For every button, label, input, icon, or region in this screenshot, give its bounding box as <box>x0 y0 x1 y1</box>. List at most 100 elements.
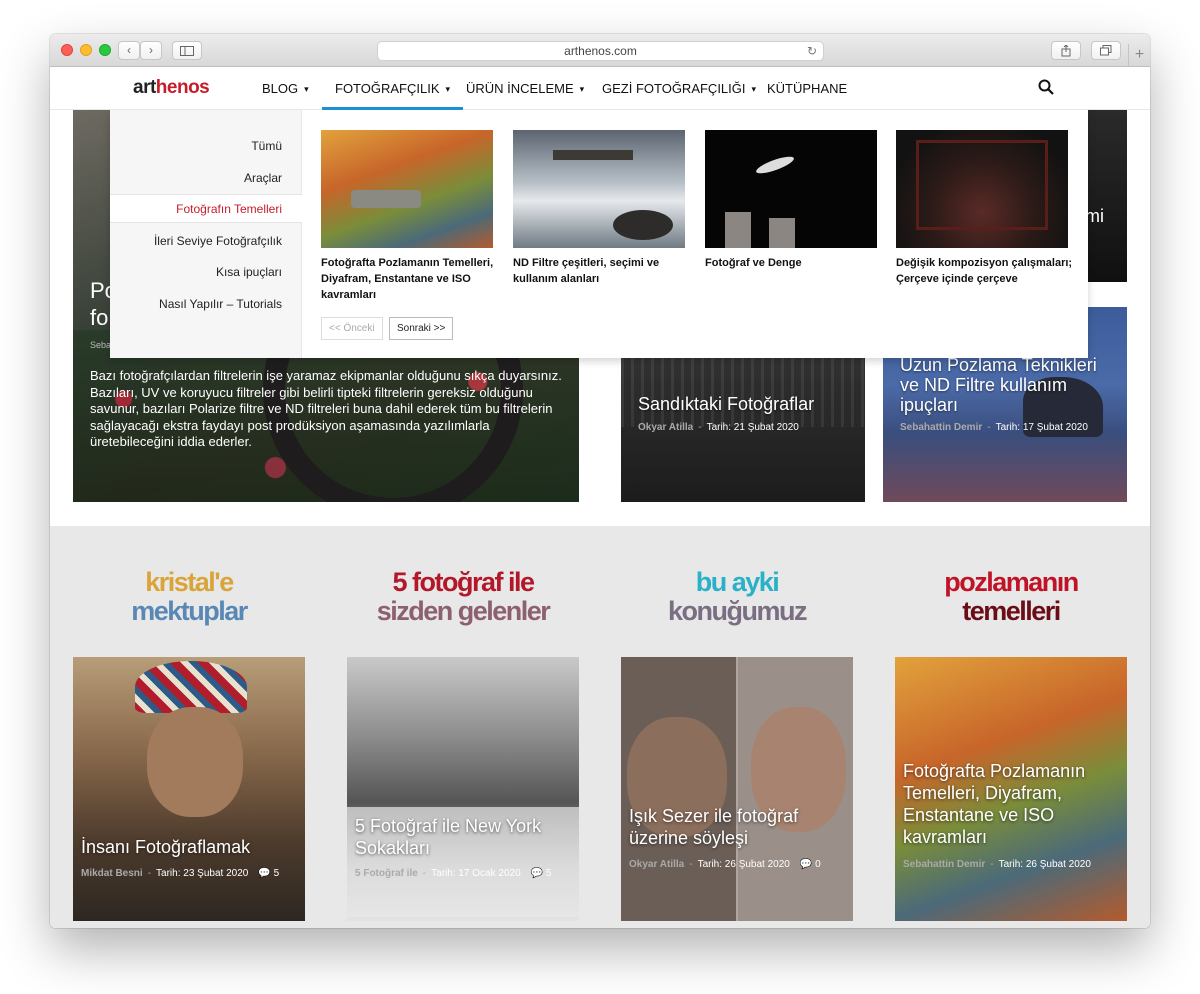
comments-number: 5 <box>545 868 552 879</box>
rock-shape <box>613 210 673 240</box>
comments-count[interactable]: 💬 0 <box>800 859 821 870</box>
comment-icon: 💬 <box>530 868 544 879</box>
web-page: arthenos BLOG ▾ FOTOĞRAFÇILIK ▾ ÜRÜN İNCEL… <box>50 67 1150 928</box>
tabs-overview-button[interactable] <box>1091 41 1121 60</box>
new-tab-button[interactable]: + <box>1128 44 1150 66</box>
reload-icon[interactable]: ↻ <box>807 42 817 60</box>
zoom-window-button[interactable] <box>99 44 111 56</box>
section-post-meta: Okyar Atilla - Tarih: 26 Şubat 2020 💬 0 <box>629 859 821 870</box>
sidebar-toggle-button[interactable] <box>172 41 202 60</box>
share-button[interactable] <box>1051 41 1081 60</box>
post-date: Tarih: 21 Şubat 2020 <box>706 422 799 433</box>
section-post-card[interactable]: Işık Sezer ile fotoğraf üzerine söyleşi … <box>621 657 853 921</box>
chevron-down-icon: ▾ <box>751 84 757 94</box>
comments-count[interactable]: 💬 5 <box>531 868 552 879</box>
minimize-window-button[interactable] <box>80 44 92 56</box>
post-card-title[interactable]: Sandıktaki Fotoğraflar <box>638 394 814 414</box>
site-navbar: arthenos BLOG ▾ FOTOĞRAFÇILIK ▾ ÜRÜN İNCEL… <box>50 67 1150 110</box>
forward-button[interactable]: › <box>140 41 162 60</box>
section-title-line: mektuplar <box>131 596 248 626</box>
chevron-down-icon: ▾ <box>304 84 309 94</box>
category-ileri-seviye[interactable]: İleri Seviye Fotoğrafçılık <box>154 234 282 248</box>
close-window-button[interactable] <box>61 44 73 56</box>
section-post-card[interactable]: İnsanı Fotoğraflamak Mikdat Besni - Tarih:… <box>73 657 305 921</box>
category-kisa-ipuclari[interactable]: Kısa ipuçları <box>216 265 282 279</box>
post-author[interactable]: Sebahattin Demir <box>900 422 982 433</box>
post-author[interactable]: Okyar Atilla <box>629 859 684 870</box>
tabs-icon <box>1100 45 1112 56</box>
post-date: Tarih: 26 Şubat 2020 <box>697 859 790 870</box>
menu-post-thumbnail[interactable] <box>896 130 1068 248</box>
section-title[interactable]: pozlamanın temelleri <box>895 568 1127 626</box>
section-title-line: temelleri <box>962 596 1061 626</box>
menu-post-caption[interactable]: Fotoğraf ve Denge <box>705 255 883 271</box>
nav-item-blog[interactable]: BLOG ▾ <box>262 67 309 110</box>
post-author[interactable]: Okyar Atilla <box>638 422 693 433</box>
back-button[interactable]: ‹ <box>118 41 140 60</box>
featured-post-excerpt: Bazı fotoğrafçılardan filtrelerin işe ya… <box>90 368 562 449</box>
section-post-title[interactable]: İnsanı Fotoğraflamak <box>81 836 250 858</box>
menu-post-caption[interactable]: Değişik kompozisyon çalışmaları; Çerçeve… <box>896 255 1074 287</box>
site-logo[interactable]: arthenos <box>133 77 210 99</box>
menu-post-thumbnail[interactable] <box>321 130 493 248</box>
next-page-button[interactable]: Sonraki >> <box>389 317 454 340</box>
section-title-line: 5 fotoğraf ile <box>392 567 535 597</box>
meta-separator: - <box>689 859 693 870</box>
section-title[interactable]: kristal'e mektuplar <box>73 568 305 626</box>
mega-menu-dropdown: Tümü Araçlar Fotoğrafın Temelleri İleri … <box>110 110 1088 358</box>
post-author[interactable]: 5 Fotoğraf ile <box>355 868 418 879</box>
section-title[interactable]: bu ayki konuğumuz <box>621 568 853 626</box>
browser-toolbar: ‹ › arthenos.com ↻ + <box>50 34 1150 67</box>
post-card-meta: Sebahattin Demir - Tarih: 17 Şubat 2020 <box>900 422 1088 433</box>
search-button[interactable] <box>1038 79 1056 97</box>
post-author[interactable]: Mikdat Besni <box>81 868 143 879</box>
menu-post-thumbnail[interactable] <box>705 130 877 248</box>
section-title-line: sizden gelenler <box>376 596 551 626</box>
featured-sections: kristal'e mektuplar 5 fotoğraf ile sizde… <box>50 526 1150 928</box>
comments-number: 0 <box>815 859 821 870</box>
section-title[interactable]: 5 fotoğraf ile sizden gelenler <box>347 568 579 626</box>
nav-item-fotografcilik[interactable]: FOTOĞRAFÇILIK ▾ <box>322 67 464 110</box>
menu-post-caption[interactable]: Fotoğrafta Pozlamanın Temelleri, Diyafra… <box>321 255 499 303</box>
post-shape <box>725 212 751 248</box>
nav-item-gezi-fotografciligi[interactable]: GEZİ FOTOĞRAFÇILIĞI ▾ <box>602 67 756 110</box>
mega-menu-categories: Tümü Araçlar Fotoğrafın Temelleri İleri … <box>110 110 302 358</box>
menu-post-thumbnail[interactable] <box>513 130 685 248</box>
category-tumu[interactable]: Tümü <box>251 139 282 153</box>
bridge-shape <box>351 190 421 208</box>
pier-shape <box>553 150 633 160</box>
nav-label: FOTOĞRAFÇILIK <box>335 81 440 96</box>
meta-separator: - <box>698 422 702 433</box>
section-post-title[interactable]: Işık Sezer ile fotoğraf üzerine söyleşi <box>629 805 839 849</box>
nav-item-kutuphane[interactable]: KÜTÜPHANE <box>767 67 847 110</box>
logo-text-henos: henos <box>155 77 210 98</box>
comments-count[interactable]: 💬 5 <box>258 868 279 879</box>
category-araclar[interactable]: Araçlar <box>244 171 282 185</box>
face-shape <box>147 707 243 817</box>
meta-separator: - <box>990 859 994 870</box>
post-date: Tarih: 23 Şubat 2020 <box>156 868 249 879</box>
comments-number: 5 <box>273 868 280 879</box>
post-author[interactable]: Sebahattin Demir <box>903 859 985 870</box>
chevron-down-icon: ▾ <box>445 84 451 94</box>
post-card-title[interactable]: Uzun Pozlama Teknikleri ve ND Filtre kul… <box>900 355 1115 415</box>
post-shape <box>769 218 795 248</box>
frame-shape <box>916 140 1048 230</box>
section-post-title[interactable]: 5 Fotoğraf ile New York Sokakları <box>355 815 555 859</box>
address-bar[interactable]: arthenos.com ↻ <box>377 41 824 61</box>
seagull-shape <box>754 153 796 177</box>
section-post-card[interactable]: Fotoğrafta Pozlamanın Temelleri, Diyafra… <box>895 657 1127 921</box>
prev-page-button[interactable]: << Önceki <box>321 317 383 340</box>
section-post-title[interactable]: Fotoğrafta Pozlamanın Temelleri, Diyafra… <box>903 760 1118 848</box>
nav-item-urun-inceleme[interactable]: ÜRÜN İNCELEME ▾ <box>466 67 584 110</box>
category-fotografin-temelleri[interactable]: Fotoğrafın Temelleri <box>176 202 282 216</box>
meta-separator: - <box>147 868 152 879</box>
category-nasil-yapilir[interactable]: Nasıl Yapılır – Tutorials <box>159 297 282 311</box>
post-date: Tarih: 17 Ocak 2020 <box>431 868 521 879</box>
url-text: arthenos.com <box>564 44 637 58</box>
chevron-down-icon: ▾ <box>579 84 585 94</box>
section-post-card[interactable]: 5 Fotoğraf ile New York Sokakları 5 Foto… <box>347 657 579 921</box>
meta-separator: - <box>422 868 427 879</box>
chevron-left-icon: ‹ <box>127 43 131 57</box>
menu-post-caption[interactable]: ND Filtre çeşitleri, seçimi ve kullanım … <box>513 255 691 287</box>
